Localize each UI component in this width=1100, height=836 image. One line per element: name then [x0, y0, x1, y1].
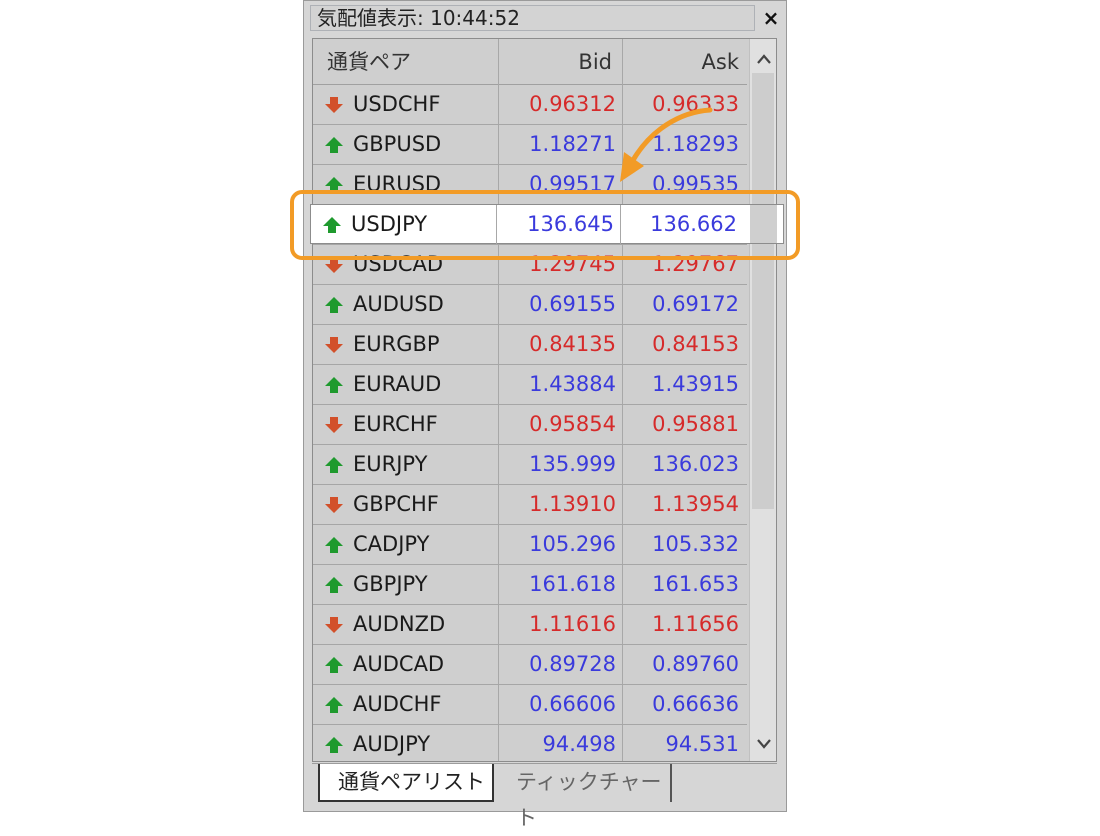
symbol-cell: AUDUSD — [313, 285, 499, 324]
symbol-cell: AUDCHF — [313, 685, 499, 724]
up-arrow-icon — [325, 737, 343, 753]
ask-price: 1.43915 — [652, 372, 739, 396]
scroll-up-icon[interactable] — [750, 43, 776, 73]
bid-price: 135.999 — [499, 445, 623, 484]
vertical-scrollbar[interactable] — [749, 39, 776, 761]
tab-symbol-list[interactable]: 通貨ペアリスト — [318, 764, 494, 802]
symbol-name: AUDNZD — [353, 612, 446, 636]
table-row[interactable]: AUDCAD 0.89728 0.89760 — [313, 645, 747, 685]
up-arrow-icon — [325, 377, 343, 393]
ask-price: 136.023 — [652, 452, 739, 476]
symbol-name: GBPUSD — [353, 132, 442, 156]
down-arrow-icon — [325, 417, 343, 433]
ask-price: 1.13954 — [652, 492, 739, 516]
table-row[interactable]: EURCHF 0.95854 0.95881 — [313, 405, 747, 445]
table-row[interactable]: EURJPY 135.999 136.023 — [313, 445, 747, 485]
bid-price: 0.66606 — [499, 685, 623, 724]
symbol-name: AUDCAD — [353, 652, 445, 676]
up-arrow-icon — [325, 457, 343, 473]
bid-price: 1.43884 — [499, 365, 623, 404]
bid-price: 0.84135 — [499, 325, 623, 364]
bid-price: 0.96312 — [499, 85, 623, 124]
symbol-name: EURAUD — [353, 372, 442, 396]
table-row[interactable]: AUDUSD 0.69155 0.69172 — [313, 285, 747, 325]
scroll-down-icon[interactable] — [750, 727, 776, 757]
table-row[interactable]: AUDCHF 0.66606 0.66636 — [313, 685, 747, 725]
up-arrow-icon — [325, 297, 343, 313]
table-row[interactable]: GBPCHF 1.13910 1.13954 — [313, 485, 747, 525]
bid-price: 0.89728 — [499, 645, 623, 684]
down-arrow-icon — [325, 337, 343, 353]
symbol-cell: AUDCAD — [313, 645, 499, 684]
column-header-bid[interactable]: Bid — [499, 39, 623, 85]
tab-tick-chart[interactable]: ティックチャート — [502, 764, 672, 830]
symbol-cell: GBPJPY — [313, 565, 499, 604]
highlight-frame — [290, 190, 800, 260]
ask-price: 1.11656 — [652, 612, 739, 636]
symbol-cell: EURJPY — [313, 445, 499, 484]
bid-price: 0.95854 — [499, 405, 623, 444]
down-arrow-icon — [325, 97, 343, 113]
table-row[interactable]: GBPJPY 161.618 161.653 — [313, 565, 747, 605]
bid-price: 94.498 — [499, 725, 623, 761]
bid-price: 0.69155 — [499, 285, 623, 324]
bid-price: 161.618 — [499, 565, 623, 604]
symbol-name: GBPCHF — [353, 492, 439, 516]
close-icon[interactable]: × — [760, 5, 782, 31]
down-arrow-icon — [325, 617, 343, 633]
ask-price: 0.69172 — [652, 292, 739, 316]
symbol-cell: GBPUSD — [313, 125, 499, 164]
symbol-name: EURGBP — [353, 332, 440, 356]
up-arrow-icon — [325, 137, 343, 153]
symbol-cell: GBPCHF — [313, 485, 499, 524]
ask-price: 0.84153 — [652, 332, 739, 356]
pointer-arrow-icon — [620, 107, 713, 182]
ask-price: 105.332 — [652, 532, 739, 556]
bid-price: 1.18271 — [499, 125, 623, 164]
symbol-cell: USDCHF — [313, 85, 499, 124]
symbol-name: GBPJPY — [353, 572, 428, 596]
scrollbar-thumb[interactable] — [752, 73, 774, 509]
up-arrow-icon — [325, 657, 343, 673]
up-arrow-icon — [325, 537, 343, 553]
symbol-cell: AUDNZD — [313, 605, 499, 644]
up-arrow-icon — [325, 577, 343, 593]
table-row[interactable]: AUDNZD 1.11616 1.11656 — [313, 605, 747, 645]
symbol-cell: CADJPY — [313, 525, 499, 564]
table-row[interactable]: AUDJPY 94.498 94.531 — [313, 725, 747, 761]
ask-price: 94.531 — [665, 732, 739, 756]
symbol-cell: EURAUD — [313, 365, 499, 404]
ask-price: 161.653 — [652, 572, 739, 596]
down-arrow-icon — [325, 497, 343, 513]
window-title: 気配値表示: 10:44:52 — [310, 5, 755, 31]
symbol-name: AUDUSD — [353, 292, 444, 316]
symbol-cell: AUDJPY — [313, 725, 499, 761]
symbol-name: USDCHF — [353, 92, 441, 116]
symbol-name: CADJPY — [353, 532, 430, 556]
table-row[interactable]: EURGBP 0.84135 0.84153 — [313, 325, 747, 365]
ask-price: 0.66636 — [652, 692, 739, 716]
column-header-ask[interactable]: Ask — [623, 39, 747, 85]
tab-bar: 通貨ペアリスト ティックチャート — [312, 763, 777, 830]
bid-price: 1.11616 — [499, 605, 623, 644]
ask-price: 0.89760 — [652, 652, 739, 676]
symbol-name: AUDCHF — [353, 692, 442, 716]
symbol-name: AUDJPY — [353, 732, 431, 756]
symbol-name: EURCHF — [353, 412, 438, 436]
bid-price: 1.13910 — [499, 485, 623, 524]
ask-price: 0.95881 — [652, 412, 739, 436]
symbol-cell: EURCHF — [313, 405, 499, 444]
table-row[interactable]: EURAUD 1.43884 1.43915 — [313, 365, 747, 405]
up-arrow-icon — [325, 697, 343, 713]
symbol-name: EURJPY — [353, 452, 428, 476]
table-header: 通貨ペア Bid Ask — [313, 39, 747, 85]
table-row[interactable]: CADJPY 105.296 105.332 — [313, 525, 747, 565]
symbol-cell: EURGBP — [313, 325, 499, 364]
column-header-symbol[interactable]: 通貨ペア — [313, 39, 499, 85]
bid-price: 105.296 — [499, 525, 623, 564]
